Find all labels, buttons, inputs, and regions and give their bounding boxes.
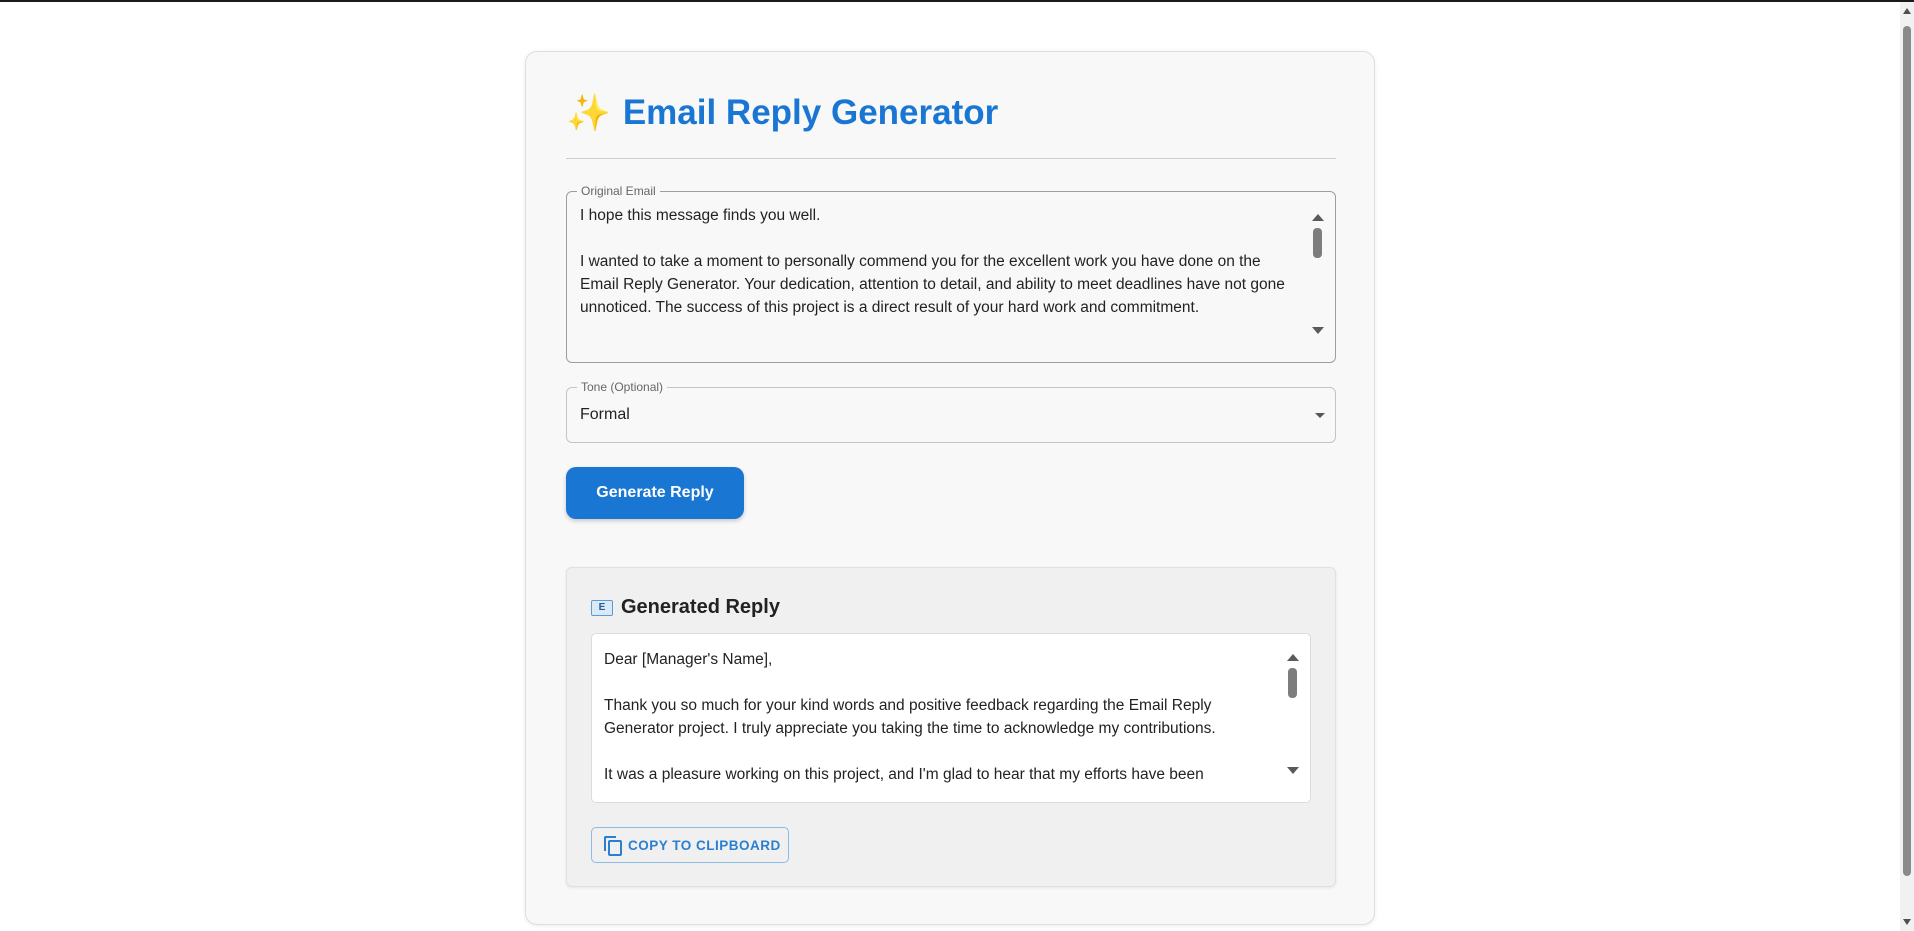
- original-email-scrollbar[interactable]: [1310, 214, 1324, 334]
- page-header: ✨ Email Reply Generator: [566, 90, 998, 136]
- dropdown-arrow-icon[interactable]: [1315, 413, 1325, 418]
- generator-card: ✨ Email Reply Generator Original Email I…: [525, 51, 1375, 925]
- scroll-down-arrow-icon[interactable]: [1287, 767, 1299, 774]
- original-email-input[interactable]: I hope this message finds you well. I wa…: [580, 204, 1300, 344]
- copy-to-clipboard-button[interactable]: COPY TO CLIPBOARD: [591, 827, 789, 863]
- generated-reply-panel: E Generated Reply Dear [Manager's Name],…: [566, 567, 1336, 887]
- copy-icon: [604, 836, 622, 856]
- sparkles-icon: ✨: [566, 92, 611, 133]
- scroll-down-arrow-icon[interactable]: [1903, 919, 1911, 925]
- page-title: Email Reply Generator: [622, 93, 999, 132]
- window-top-border: [0, 0, 1914, 2]
- scroll-up-arrow-icon[interactable]: [1312, 214, 1324, 221]
- generated-reply-scrollbar[interactable]: [1285, 654, 1299, 774]
- scroll-up-arrow-icon[interactable]: [1287, 654, 1299, 661]
- generated-reply-header: E Generated Reply: [591, 596, 780, 619]
- scroll-down-arrow-icon[interactable]: [1312, 327, 1324, 334]
- generated-reply-text[interactable]: Dear [Manager's Name], Thank you so much…: [604, 648, 1269, 793]
- generated-reply-field[interactable]: Dear [Manager's Name], Thank you so much…: [591, 633, 1311, 803]
- generated-reply-title: Generated Reply: [621, 596, 780, 618]
- generate-reply-button[interactable]: Generate Reply: [566, 467, 744, 519]
- original-email-field[interactable]: Original Email I hope this message finds…: [566, 184, 1336, 363]
- tone-label: Tone (Optional): [577, 380, 668, 394]
- scrollbar-thumb[interactable]: [1313, 228, 1322, 258]
- email-icon: E: [591, 599, 613, 616]
- page-scrollbar-thumb[interactable]: [1903, 26, 1911, 876]
- page-scrollbar[interactable]: [1900, 2, 1914, 931]
- tone-select[interactable]: Tone (Optional) Formal: [566, 380, 1336, 443]
- copy-button-label: COPY TO CLIPBOARD: [628, 837, 781, 853]
- scrollbar-thumb[interactable]: [1288, 668, 1297, 698]
- original-email-label: Original Email: [577, 184, 660, 198]
- header-divider: [566, 158, 1336, 159]
- scroll-up-arrow-icon[interactable]: [1903, 8, 1911, 14]
- tone-selected-value[interactable]: Formal: [580, 406, 630, 424]
